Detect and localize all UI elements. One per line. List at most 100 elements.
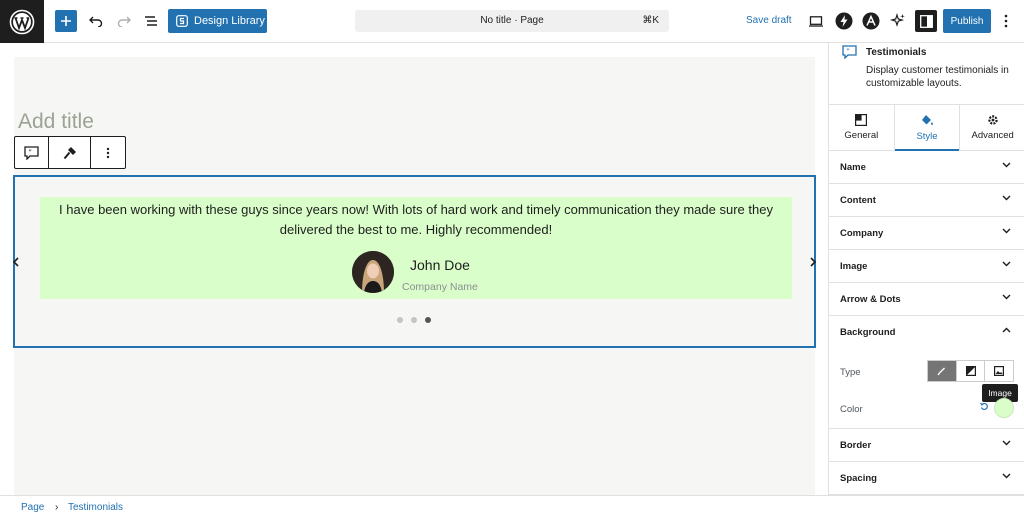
chevron-right-icon <box>810 257 817 267</box>
options-menu-button[interactable] <box>999 12 1013 30</box>
background-type-color-button[interactable] <box>928 361 957 381</box>
block-style-button[interactable] <box>49 137 91 168</box>
panel-label: Background <box>840 327 896 338</box>
wordpress-icon <box>9 9 35 34</box>
chevron-down-icon <box>1002 195 1011 201</box>
bolt-icon <box>835 12 853 30</box>
panel-label: Name <box>840 162 866 173</box>
document-overview-button[interactable] <box>140 10 162 32</box>
block-options-button[interactable] <box>91 137 125 168</box>
desktop-preview-icon <box>809 15 823 27</box>
chevron-down-icon <box>1002 440 1011 446</box>
svg-text:”: ” <box>28 148 32 156</box>
breadcrumb: Page › Testimonials <box>0 495 1024 518</box>
chevron-left-icon <box>12 257 19 267</box>
tab-label: Style <box>916 130 938 142</box>
testimonial-company[interactable]: Company Name <box>402 281 478 293</box>
tab-style[interactable]: Style <box>894 105 961 151</box>
tab-label: Advanced <box>971 130 1014 141</box>
panel-spacing[interactable]: Spacing <box>829 462 1024 495</box>
breadcrumb-separator: › <box>55 502 59 513</box>
testimonial-quote[interactable]: I have been working with these guys sinc… <box>50 200 782 240</box>
panel-name[interactable]: Name <box>829 151 1024 184</box>
block-toolbar: ” <box>14 136 126 169</box>
ai-sparkle-button[interactable] <box>888 11 908 31</box>
chevron-down-icon <box>1002 162 1011 168</box>
design-library-button[interactable]: Design Library <box>168 9 267 33</box>
background-color-label: Color <box>840 404 863 415</box>
redo-button[interactable] <box>113 10 135 32</box>
inspector-tabs: General Style Advanced <box>829 105 1024 151</box>
command-palette-button[interactable]: No title · Page ⌘K <box>355 10 669 32</box>
background-type-label: Type <box>840 367 861 378</box>
layout-icon <box>855 114 868 126</box>
panel-arrow-dots[interactable]: Arrow & Dots <box>829 283 1024 316</box>
slider-dot-active[interactable] <box>425 317 431 323</box>
panel-content[interactable]: Content <box>829 184 1024 217</box>
stackable-icon <box>176 15 188 27</box>
reset-color-button[interactable] <box>980 402 989 414</box>
testimonial-card: I have been working with these guys sinc… <box>40 197 792 299</box>
tab-advanced[interactable]: Advanced <box>960 105 1024 150</box>
panel-label: Spacing <box>840 473 877 484</box>
slider-dot[interactable] <box>397 317 403 323</box>
settings-sidebar: ” Testimonials Display customer testimon… <box>828 43 1024 495</box>
plus-icon <box>61 16 71 26</box>
panel-background: Background Type Image Color <box>829 316 1024 429</box>
gradient-icon <box>965 366 976 376</box>
plugin-a-button[interactable] <box>861 11 881 31</box>
undo-button[interactable] <box>85 10 107 32</box>
brush-icon <box>63 146 76 159</box>
more-vertical-icon <box>1004 14 1008 28</box>
avatar[interactable] <box>352 251 394 293</box>
panel-border[interactable]: Border <box>829 429 1024 462</box>
tab-label: General <box>844 130 879 141</box>
tab-general[interactable]: General <box>829 105 895 150</box>
panel-label: Company <box>840 228 884 239</box>
save-draft-button[interactable]: Save draft <box>746 15 792 26</box>
chevron-down-icon <box>1002 228 1011 234</box>
background-type-image-button[interactable] <box>985 361 1013 381</box>
more-vertical-icon <box>106 147 110 158</box>
person-photo-icon <box>352 251 394 293</box>
add-block-button[interactable] <box>55 10 77 32</box>
panel-image[interactable]: Image <box>829 250 1024 283</box>
a-logo-icon <box>862 12 880 30</box>
breadcrumb-page[interactable]: Page <box>21 502 44 513</box>
panel-background-header[interactable]: Background <box>829 316 1024 349</box>
testimonial-block[interactable]: I have been working with these guys sinc… <box>12 175 817 348</box>
background-color-swatch[interactable] <box>994 398 1014 418</box>
block-type-button[interactable]: ” <box>15 137 49 168</box>
chevron-down-icon <box>1002 261 1011 267</box>
preview-button[interactable] <box>807 12 825 30</box>
document-title: No title · Page <box>480 15 544 26</box>
top-toolbar: Design Library No title · Page ⌘K Save d… <box>0 0 1024 43</box>
block-icon: ” <box>842 45 857 62</box>
sidebar-icon <box>919 14 933 28</box>
background-type-gradient-button[interactable] <box>957 361 986 381</box>
gear-icon <box>987 115 998 125</box>
brush-icon <box>937 367 946 375</box>
shortcut-hint: ⌘K <box>642 15 659 26</box>
wordpress-logo-button[interactable] <box>0 0 44 43</box>
slider-prev-arrow[interactable] <box>12 257 19 270</box>
slider-dots <box>397 317 431 323</box>
settings-sidebar-toggle[interactable] <box>915 10 937 32</box>
chevron-down-icon <box>1002 294 1011 300</box>
chevron-down-icon <box>1002 473 1011 479</box>
sparkle-icon <box>890 13 905 27</box>
breadcrumb-current[interactable]: Testimonials <box>68 502 123 513</box>
list-view-icon <box>145 16 157 26</box>
panel-label: Content <box>840 195 876 206</box>
publish-button[interactable]: Publish <box>943 9 991 33</box>
panel-label: Arrow & Dots <box>840 294 901 305</box>
block-description: Display customer testimonials in customi… <box>866 65 1009 89</box>
image-icon <box>994 366 1005 376</box>
svg-text:”: ” <box>846 48 850 56</box>
panel-company[interactable]: Company <box>829 217 1024 250</box>
post-title-input[interactable]: Add title <box>18 110 94 134</box>
testimonial-name[interactable]: John Doe <box>410 257 470 273</box>
plugin-bolt-button[interactable] <box>834 11 854 31</box>
slider-next-arrow[interactable] <box>810 257 817 270</box>
slider-dot[interactable] <box>411 317 417 323</box>
